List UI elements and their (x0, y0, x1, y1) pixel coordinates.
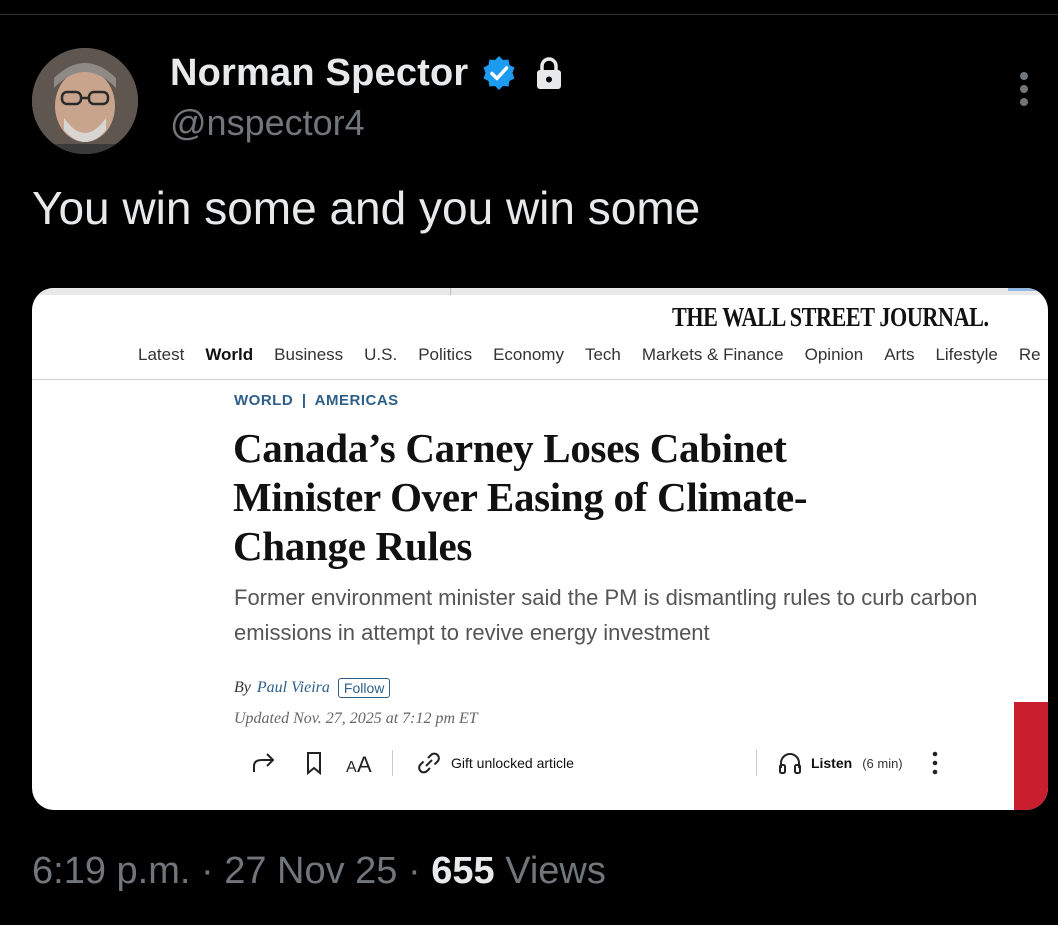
tweet-text: You win some and you win some (32, 182, 701, 234)
listen-button[interactable]: Listen (811, 755, 852, 771)
nav-item-world[interactable]: World (205, 345, 253, 365)
browser-strip (32, 288, 1048, 295)
tweet-date[interactable]: 27 Nov 25 (224, 850, 397, 892)
meta-separator: · (408, 850, 421, 892)
toolbar-divider-2 (755, 750, 757, 776)
article-more-icon[interactable] (931, 750, 939, 776)
browser-strip-accent (1008, 288, 1048, 291)
nav-item-latest[interactable]: Latest (138, 345, 184, 365)
nav-item-economy[interactable]: Economy (493, 345, 564, 365)
nav-item-real-estate-truncated[interactable]: Re (1019, 345, 1041, 365)
views-count[interactable]: 655 (431, 850, 494, 892)
nav-item-opinion[interactable]: Opinion (805, 345, 864, 365)
red-promo-edge (1014, 702, 1048, 810)
wsj-nav: Latest World Business U.S. Politics Econ… (138, 345, 1041, 365)
author-name[interactable]: Norman Spector (170, 52, 468, 95)
author-row: Norman Spector (170, 50, 564, 96)
author-handle[interactable]: @nspector4 (170, 102, 365, 144)
article-headline: Canada’s Carney Loses Cabinet Minister O… (233, 425, 808, 569)
avatar-image (32, 48, 138, 154)
article-dek: Former environment minister said the PM … (234, 585, 978, 645)
nav-divider (32, 379, 1048, 380)
views-label: Views (505, 850, 606, 892)
nav-item-us[interactable]: U.S. (364, 345, 397, 365)
lock-icon (537, 57, 562, 89)
nav-item-business[interactable]: Business (274, 345, 343, 365)
section-world[interactable]: WORLD (234, 392, 293, 409)
browser-strip-tick (450, 288, 451, 295)
nav-item-politics[interactable]: Politics (418, 345, 472, 365)
avatar[interactable] (32, 48, 138, 154)
updated-timestamp: Updated Nov. 27, 2025 at 7:12 pm ET (234, 710, 478, 727)
verified-badge-icon[interactable] (480, 54, 518, 92)
byline: By Paul Vieira Follow (234, 678, 391, 698)
svg-text:A: A (346, 759, 357, 776)
nav-item-lifestyle[interactable]: Lifestyle (935, 345, 997, 365)
section-americas[interactable]: AMERICAS (315, 392, 399, 409)
byline-prefix: By (234, 679, 251, 696)
headphones-icon[interactable] (777, 750, 803, 776)
nav-item-tech[interactable]: Tech (585, 345, 621, 365)
bookmark-icon[interactable] (304, 750, 324, 776)
text-size-icon[interactable]: A A (346, 750, 376, 776)
section-label: WORLD | AMERICAS (234, 392, 399, 409)
share-icon[interactable] (250, 750, 278, 776)
gift-link-icon[interactable] (415, 750, 443, 776)
nav-item-markets-finance[interactable]: Markets & Finance (642, 345, 784, 365)
nav-item-arts[interactable]: Arts (884, 345, 914, 365)
toolbar-divider (392, 750, 393, 776)
top-divider (0, 14, 1058, 15)
tweet-meta: 6:19 p.m. · 27 Nov 25 · 655 Views (32, 850, 606, 893)
article-card[interactable]: THE WALL STREET JOURNAL. Latest World Bu… (32, 288, 1048, 810)
meta-separator: · (200, 850, 214, 892)
more-options-icon[interactable] (1012, 72, 1036, 114)
section-separator: | (301, 392, 307, 409)
byline-author[interactable]: Paul Vieira (257, 679, 330, 697)
listen-duration: (6 min) (862, 755, 903, 771)
gift-article-button[interactable]: Gift unlocked article (451, 755, 574, 771)
follow-button[interactable]: Follow (337, 678, 391, 698)
svg-text:A: A (357, 752, 372, 776)
tweet-time[interactable]: 6:19 p.m. (32, 850, 190, 892)
wsj-masthead: THE WALL STREET JOURNAL. (672, 302, 989, 332)
article-toolbar: A A Gift unlocked article Listen (6 min) (250, 748, 939, 778)
